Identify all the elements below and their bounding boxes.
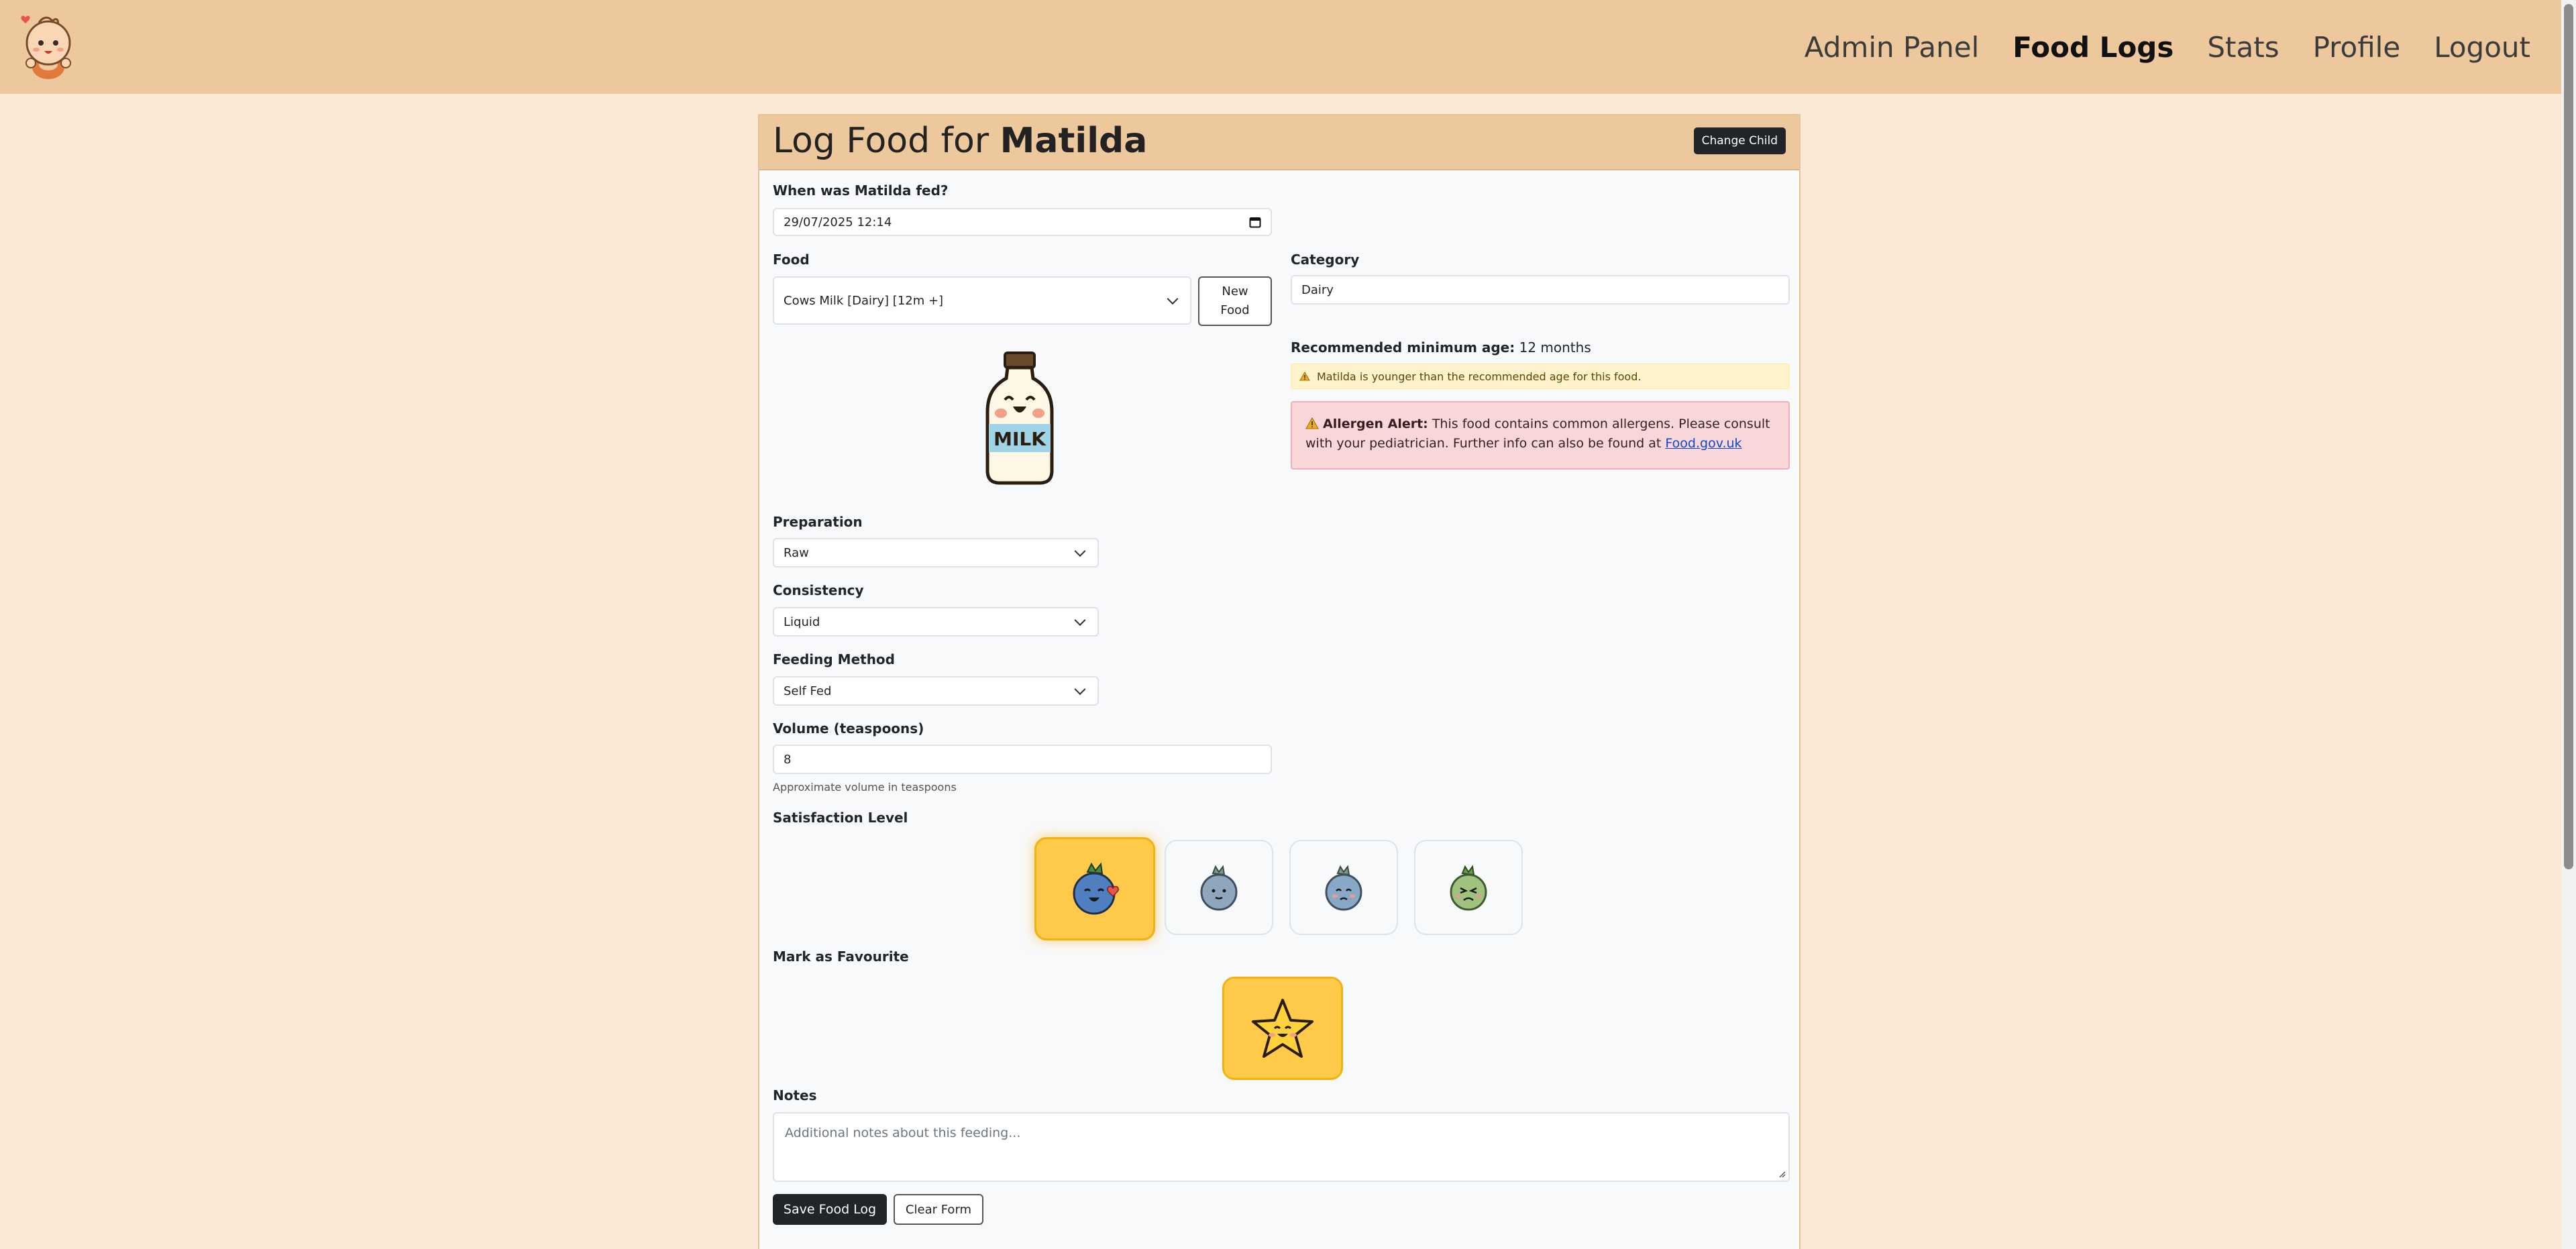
favourite-toggle[interactable] xyxy=(1222,977,1343,1080)
satisfaction-option-disgust[interactable] xyxy=(1414,840,1523,935)
food-select-value: Cows Milk [Dairy] [12m +] xyxy=(784,293,944,308)
save-food-log-button[interactable]: Save Food Log xyxy=(773,1194,887,1225)
allergen-title: Allergen Alert: xyxy=(1323,417,1428,431)
warning-icon xyxy=(1305,417,1319,429)
chevron-down-icon xyxy=(1167,293,1179,305)
page-scrollbar[interactable] xyxy=(2561,0,2576,1249)
volume-input[interactable]: 8 xyxy=(773,745,1272,774)
fed-time-label: When was Matilda fed? xyxy=(773,182,949,199)
preparation-value: Raw xyxy=(784,545,809,560)
allergen-text-2: with your pediatrician. Further info can… xyxy=(1305,436,1662,451)
allergen-alert: Allergen Alert: This food contains commo… xyxy=(1291,401,1790,470)
sad-berry-icon xyxy=(1325,865,1362,911)
nav-links: Admin Panel Food Logs Stats Profile Logo… xyxy=(1771,0,2530,94)
feeding-method-label: Feeding Method xyxy=(773,651,895,667)
food-gov-link[interactable]: Food.gov.uk xyxy=(1665,436,1741,451)
rec-age-label: Recommended minimum age: xyxy=(1291,339,1515,356)
notes-placeholder: Additional notes about this feeding... xyxy=(785,1126,1021,1140)
notes-textarea[interactable]: Additional notes about this feeding... xyxy=(773,1112,1790,1182)
age-warning-text: Matilda is younger than the recommended … xyxy=(1317,370,1642,383)
log-food-card: Log Food for Matilda Change Child When w… xyxy=(758,114,1801,1249)
rec-age-value: 12 months xyxy=(1519,339,1591,356)
neutral-berry-icon xyxy=(1200,865,1238,911)
clear-form-button[interactable]: Clear Form xyxy=(894,1194,983,1225)
star-icon xyxy=(1252,999,1313,1058)
chevron-down-icon xyxy=(1074,684,1086,696)
navbar: Admin Panel Food Logs Stats Profile Logo… xyxy=(0,0,2561,94)
fed-time-value: 29/07/2025 12:14 xyxy=(784,215,892,229)
satisfaction-label: Satisfaction Level xyxy=(773,810,908,826)
nav-admin-panel[interactable]: Admin Panel xyxy=(1805,31,1980,64)
title-prefix: Log Food for xyxy=(773,121,1000,161)
satisfaction-option-sad[interactable] xyxy=(1289,840,1398,935)
consistency-value: Liquid xyxy=(784,614,820,629)
milk-bottle-icon: MILK xyxy=(985,351,1054,485)
volume-help: Approximate volume in teaspoons xyxy=(773,781,957,794)
nav-profile[interactable]: Profile xyxy=(2313,31,2401,64)
nav-logout[interactable]: Logout xyxy=(2434,31,2530,64)
volume-value: 8 xyxy=(784,752,792,767)
satisfaction-option-neutral[interactable] xyxy=(1165,840,1273,935)
consistency-label: Consistency xyxy=(773,582,864,598)
category-label: Category xyxy=(1291,252,1360,268)
preparation-label: Preparation xyxy=(773,514,863,530)
consistency-select[interactable]: Liquid xyxy=(773,607,1099,637)
age-warning: Matilda is younger than the recommended … xyxy=(1291,364,1790,389)
scrollbar-thumb[interactable] xyxy=(2564,4,2573,869)
feeding-method-select[interactable]: Self Fed xyxy=(773,676,1099,706)
page-title: Log Food for Matilda xyxy=(773,121,1147,161)
category-value: Dairy xyxy=(1301,282,1334,297)
satisfaction-option-love[interactable] xyxy=(1034,837,1155,940)
baby-logo-icon[interactable] xyxy=(19,13,78,80)
preparation-select[interactable]: Raw xyxy=(773,538,1099,567)
svg-text:MILK: MILK xyxy=(994,428,1046,450)
new-food-button[interactable]: New Food xyxy=(1198,276,1272,326)
food-label: Food xyxy=(773,252,810,268)
recommended-age: Recommended minimum age: 12 months xyxy=(1291,339,1591,356)
warning-icon xyxy=(1299,372,1310,381)
favourite-label: Mark as Favourite xyxy=(773,948,909,965)
new-food-label-1: New xyxy=(1222,284,1248,298)
chevron-down-icon xyxy=(1074,545,1086,557)
new-food-label-2: Food xyxy=(1220,303,1250,317)
card-header: Log Food for Matilda Change Child xyxy=(759,115,1799,170)
nav-stats[interactable]: Stats xyxy=(2207,31,2279,64)
volume-label: Volume (teaspoons) xyxy=(773,720,924,737)
fed-time-input[interactable]: 29/07/2025 12:14 xyxy=(773,208,1272,236)
child-name: Matilda xyxy=(1000,121,1148,161)
change-child-button[interactable]: Change Child xyxy=(1693,127,1786,154)
nav-food-logs[interactable]: Food Logs xyxy=(2012,31,2174,64)
chevron-down-icon xyxy=(1074,614,1086,627)
resize-handle-icon[interactable] xyxy=(1778,1170,1786,1178)
category-field: Dairy xyxy=(1291,275,1790,305)
love-berry-icon xyxy=(1073,862,1119,915)
feeding-method-value: Self Fed xyxy=(784,684,832,698)
calendar-icon[interactable] xyxy=(1249,216,1261,228)
food-select[interactable]: Cows Milk [Dairy] [12m +] xyxy=(773,276,1191,325)
allergen-text-1: This food contains common allergens. Ple… xyxy=(1432,417,1770,431)
notes-label: Notes xyxy=(773,1087,817,1103)
disgust-berry-icon xyxy=(1450,865,1487,911)
